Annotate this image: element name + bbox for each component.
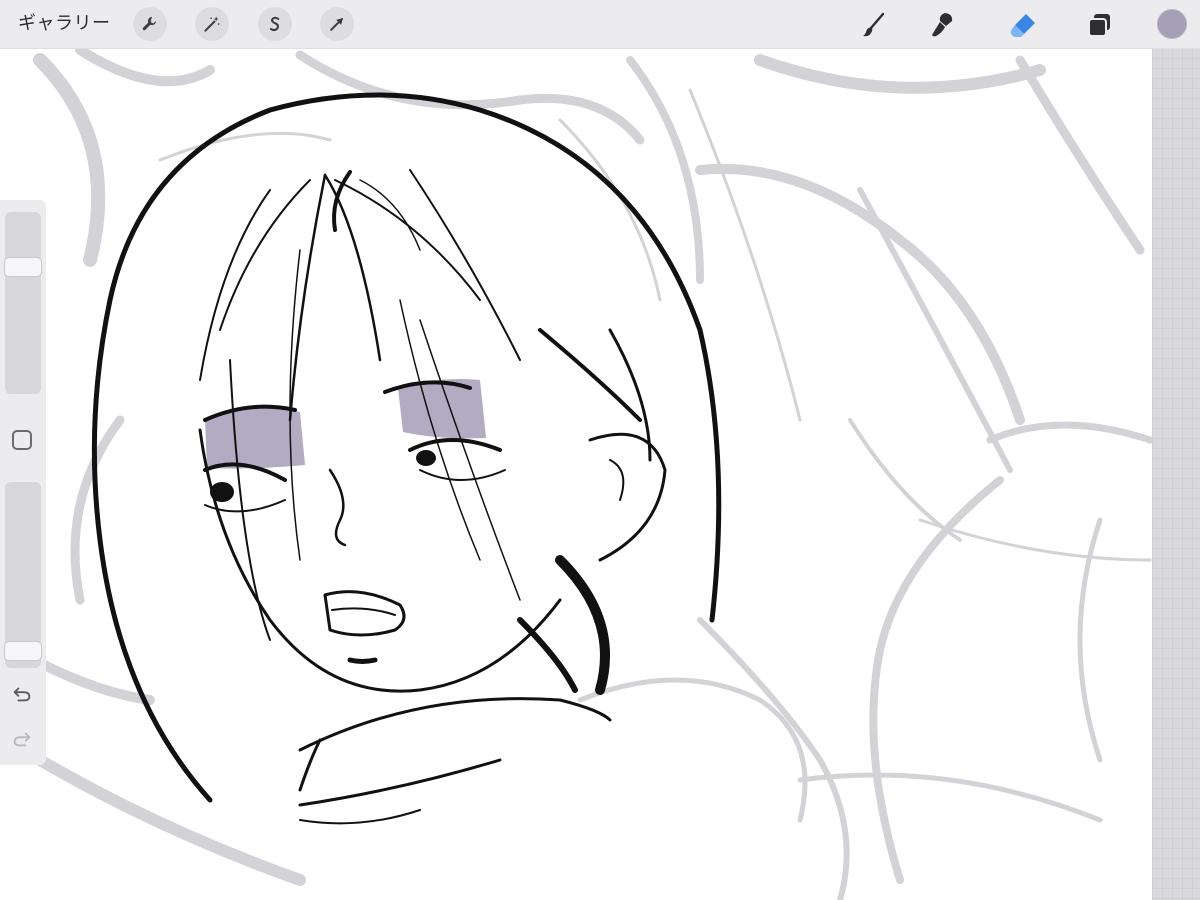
brush-size-thumb[interactable] xyxy=(5,258,41,276)
undo-icon xyxy=(13,687,31,702)
adjustments-button[interactable] xyxy=(195,7,229,41)
eraser-icon xyxy=(1010,14,1035,37)
eraser-tool-button[interactable] xyxy=(1005,7,1041,43)
smudge-icon xyxy=(932,13,953,37)
artwork xyxy=(0,48,1152,900)
transform-button[interactable] xyxy=(320,7,354,41)
brush-size-slider[interactable] xyxy=(5,212,41,394)
layers-icon xyxy=(1088,14,1110,37)
brush-tool-button[interactable] xyxy=(856,7,892,43)
drawing-canvas[interactable] xyxy=(0,48,1152,900)
selection-s-icon xyxy=(269,16,280,32)
procreate-app: ギャラリー xyxy=(0,0,1200,900)
modify-button[interactable] xyxy=(12,430,32,450)
wrench-icon xyxy=(142,16,157,31)
canvas-edge-grid xyxy=(1152,48,1200,900)
top-toolbar: ギャラリー xyxy=(0,0,1200,49)
color-picker-button[interactable] xyxy=(1157,9,1187,39)
redo-button[interactable] xyxy=(11,728,33,750)
ink-layer xyxy=(91,92,722,825)
opacity-thumb[interactable] xyxy=(5,642,41,660)
opacity-slider[interactable] xyxy=(5,482,41,668)
actions-button[interactable] xyxy=(133,7,167,41)
brush-icon xyxy=(863,12,885,37)
gallery-button[interactable]: ギャラリー xyxy=(18,10,111,38)
redo-icon xyxy=(13,732,31,747)
layers-button[interactable] xyxy=(1082,7,1118,43)
smudge-tool-button[interactable] xyxy=(924,7,960,43)
undo-button[interactable] xyxy=(11,683,33,705)
magic-wand-icon xyxy=(204,16,220,32)
cursor-arrow-icon xyxy=(330,18,343,31)
left-sidebar xyxy=(0,200,46,765)
selection-button[interactable] xyxy=(258,7,292,41)
